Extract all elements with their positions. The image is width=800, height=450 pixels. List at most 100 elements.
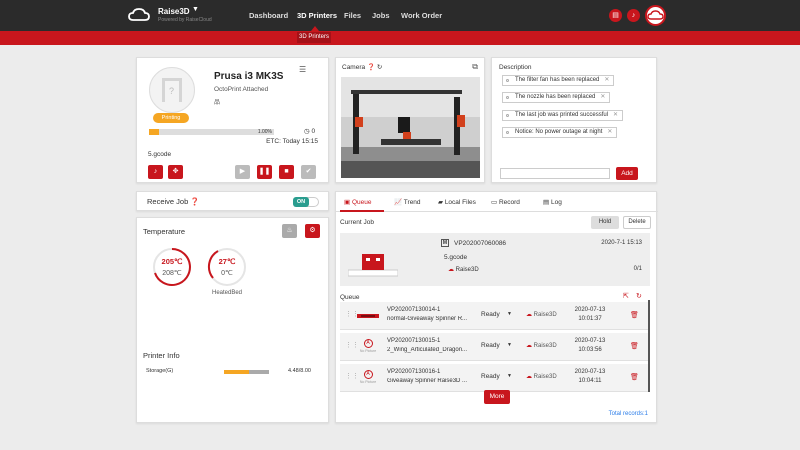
tab-record[interactable]: ▭ Record <box>491 198 520 206</box>
external-link-icon[interactable]: ⇱ <box>623 292 629 300</box>
delete-button[interactable]: Delete <box>623 216 651 229</box>
printer-image: ? <box>149 67 195 113</box>
help-icon[interactable]: ❓ <box>190 197 199 206</box>
chevron-down-icon[interactable]: ▼ <box>507 373 512 379</box>
close-icon[interactable]: ✕ <box>600 93 605 102</box>
tag-dot <box>506 114 509 117</box>
camera-feed <box>341 77 480 178</box>
queue-scrollbar[interactable] <box>648 300 650 392</box>
nav-active-indicator <box>311 26 319 31</box>
brand-name[interactable]: Raise3D <box>158 7 190 16</box>
close-icon[interactable]: ✕ <box>607 128 612 137</box>
jobs-panel: ▣ Queue 📈 Trend ▰ Local Files ▭ Record ▤… <box>335 191 658 423</box>
timer-value: 0 <box>311 128 316 135</box>
hold-button[interactable]: Hold <box>591 216 619 229</box>
tab-log[interactable]: ▤ Log <box>543 198 562 206</box>
description-tag[interactable]: The last job was printed successful ✕ <box>502 110 624 121</box>
storage-bar <box>224 370 269 374</box>
queue-job-status[interactable]: Ready <box>481 311 500 318</box>
description-tag[interactable]: The filter fan has been replaced ✕ <box>502 75 615 86</box>
current-job-id: VP202007060086 <box>454 240 507 247</box>
queue-job-owner-text: Raise3D <box>533 312 557 318</box>
folder-icon: ▰ <box>438 199 443 206</box>
chevron-down-icon[interactable]: ▼ <box>507 311 512 317</box>
table-row[interactable]: ⋮⋮ A No Picture VP202007130015-1 2_Wing_… <box>340 333 650 361</box>
description-tag[interactable]: The nozzle has been replaced ✕ <box>502 92 611 103</box>
close-icon[interactable]: ✕ <box>613 111 618 120</box>
total-records: Total records:1 <box>608 411 648 417</box>
table-row[interactable]: ⋮⋮ VP202007130014-1 normal-Giveaway Spin… <box>340 302 650 330</box>
description-input[interactable] <box>500 168 610 179</box>
play-button[interactable]: ▶ <box>235 165 250 179</box>
chevron-down-icon[interactable]: ▼ <box>192 6 199 13</box>
queue-job-status[interactable]: Ready <box>481 373 500 380</box>
refresh-icon[interactable]: ↻ <box>636 292 642 300</box>
description-tag[interactable]: Notice: No power outage at night ✕ <box>502 127 618 138</box>
no-picture-label: No Picture <box>359 380 377 384</box>
alarm-button[interactable]: ♪ <box>148 165 163 179</box>
table-row[interactable]: ⋮⋮ A No Picture VP202007130016-1 Giveawa… <box>340 364 650 392</box>
queue-job-date: 2020-07-13 <box>574 307 606 313</box>
camera-frame <box>341 77 480 178</box>
pause-button[interactable]: ❚❚ <box>257 165 272 179</box>
queue-job-owner: ☁ Raise3D <box>526 342 557 349</box>
log-icon: ▤ <box>543 199 550 206</box>
tag-dot <box>506 131 509 134</box>
print-file: 5.gcode <box>148 151 172 158</box>
settings-icon[interactable]: ☰ <box>299 65 306 74</box>
current-job-label: Current Job <box>340 219 374 226</box>
no-picture-thumbnail: A No Picture <box>357 370 379 386</box>
receive-job-toggle[interactable]: ON <box>293 197 319 207</box>
heat-icon: ♨ <box>286 227 293 234</box>
cloud-icon: ☁ <box>448 267 454 273</box>
document-icon[interactable]: ▤ <box>609 9 622 22</box>
current-job-box: M VP202007060086 2020-7-1 15:13 5.gcode … <box>340 233 650 286</box>
queue-job-time: 10:04:11 <box>578 378 602 384</box>
tab-queue[interactable]: ▣ Queue <box>344 198 372 206</box>
stop-button[interactable]: ■ <box>279 165 294 179</box>
avatar[interactable] <box>645 5 666 26</box>
fan-button[interactable]: ♨ <box>282 224 297 238</box>
help-icon[interactable]: ❓ <box>367 64 375 71</box>
temperature-settings-button[interactable]: ⚙ <box>305 224 320 238</box>
bed-label: HeatedBed <box>212 290 243 296</box>
queue-job-owner: ☁ Raise3D <box>526 311 557 318</box>
job-thumbnail <box>348 254 398 277</box>
sub-tab-3d-printers[interactable]: 3D Printers <box>297 32 331 43</box>
trash-icon[interactable]: 🗑 <box>630 373 639 381</box>
more-button[interactable]: More <box>484 390 510 404</box>
clock-icon: ◷ <box>304 128 310 135</box>
tab-trend[interactable]: 📈 Trend <box>394 198 421 206</box>
tab-local-files[interactable]: ▰ Local Files <box>438 198 476 206</box>
chevron-down-icon[interactable]: ▼ <box>507 342 512 348</box>
brand-subtitle: Powered by RaiseCloud <box>158 17 212 23</box>
sub-nav-bar <box>0 31 800 45</box>
print-progress-bar: 1.00% <box>149 129 274 135</box>
bell-icon[interactable]: ♪ <box>627 9 640 22</box>
nav-files[interactable]: Files <box>344 11 361 20</box>
expand-icon[interactable]: ⧉ <box>472 62 478 72</box>
tab-trend-label: Trend <box>403 199 421 206</box>
refresh-icon[interactable]: ↻ <box>377 64 382 71</box>
move-icon: ✥ <box>172 168 179 175</box>
nav-dashboard[interactable]: Dashboard <box>249 11 288 20</box>
move-button[interactable]: ✥ <box>168 165 183 179</box>
nozzle-current-temp: 205℃ <box>161 257 183 266</box>
trash-icon[interactable]: 🗑 <box>630 311 639 319</box>
trash-icon[interactable]: 🗑 <box>630 342 639 350</box>
confirm-button[interactable]: ✔ <box>301 165 316 179</box>
queue-job-id: VP202007130016-1 <box>387 369 441 375</box>
nav-jobs[interactable]: Jobs <box>372 11 390 20</box>
nav-3d-printers[interactable]: 3D Printers <box>297 11 337 20</box>
queue-job-status[interactable]: Ready <box>481 342 500 349</box>
current-job-date: 2020-7-1 15:13 <box>601 240 642 246</box>
storage-fill <box>224 370 250 374</box>
pause-icon: ❚❚ <box>258 168 271 175</box>
receive-job-card: Receive Job ❓ ON <box>136 191 329 211</box>
close-icon[interactable]: ✕ <box>604 76 609 85</box>
add-button[interactable]: Add <box>616 167 638 180</box>
queue-job-date: 2020-07-13 <box>574 338 606 344</box>
nav-work-order[interactable]: Work Order <box>401 11 442 20</box>
bell-icon: ♪ <box>153 168 158 175</box>
raise3d-logo-icon: A <box>363 339 373 348</box>
